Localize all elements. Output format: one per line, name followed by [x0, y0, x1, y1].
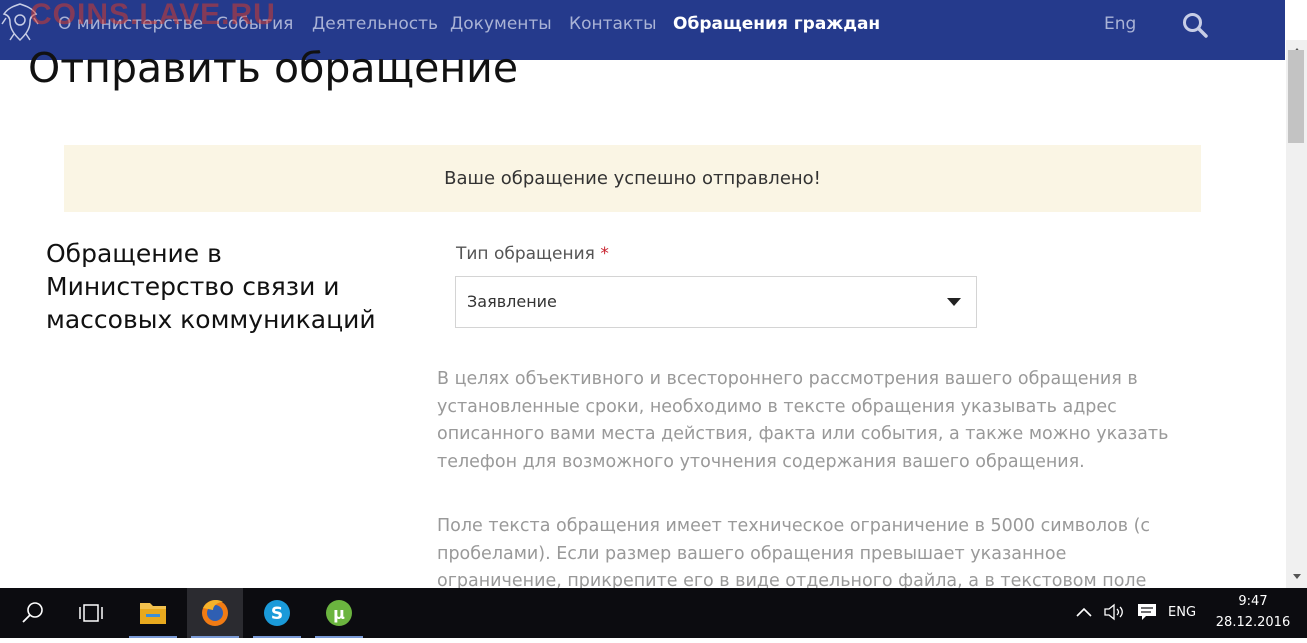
- success-alert: Ваше обращение успешно отправлено!: [64, 145, 1201, 212]
- task-view-button[interactable]: [62, 588, 118, 638]
- required-marker: *: [600, 244, 609, 264]
- skype-icon: S: [264, 600, 290, 626]
- task-view-icon: [79, 604, 103, 622]
- windows-taskbar: S µ ENG 9:47 28.12.2016: [0, 588, 1307, 638]
- info-paragraph-limit: Поле текста обращения имеет техническое …: [437, 513, 1177, 596]
- taskbar-utorrent[interactable]: µ: [311, 588, 367, 638]
- svg-text:S: S: [271, 604, 283, 624]
- paragraph-line: В целях объективного и всестороннего рас…: [437, 369, 1138, 389]
- success-alert-text: Ваше обращение успешно отправлено!: [444, 168, 821, 189]
- scroll-down-arrow-icon[interactable]: [1293, 574, 1301, 579]
- show-hidden-icons-chevron-icon[interactable]: [1075, 606, 1093, 618]
- utorrent-icon: µ: [326, 600, 352, 626]
- vertical-scrollbar[interactable]: [1286, 40, 1307, 588]
- nav-item-documents[interactable]: Документы: [450, 14, 552, 34]
- section-heading-line: Министерство связи и: [46, 272, 340, 301]
- nav-item-contacts[interactable]: Контакты: [569, 14, 657, 34]
- firefox-icon: [202, 600, 228, 626]
- paragraph-line: Поле текста обращения имеет техническое …: [437, 516, 1151, 536]
- svg-text:µ: µ: [333, 604, 345, 623]
- appeal-type-label: Тип обращения *: [456, 244, 609, 264]
- appeal-type-select[interactable]: Заявление: [455, 276, 977, 328]
- file-explorer-icon: [140, 603, 166, 624]
- volume-icon[interactable]: [1103, 602, 1127, 622]
- section-heading-line: массовых коммуникаций: [46, 305, 376, 334]
- section-heading-line: Обращение в: [46, 239, 222, 268]
- action-center-icon[interactable]: [1136, 602, 1158, 622]
- paragraph-line: пробелами). Если размер вашего обращения…: [437, 543, 1067, 564]
- taskbar-skype[interactable]: S: [249, 588, 305, 638]
- taskbar-firefox[interactable]: [187, 588, 243, 638]
- info-paragraph-address: В целях объективного и всестороннего рас…: [437, 366, 1177, 476]
- appeal-type-label-text: Тип обращения: [456, 244, 595, 264]
- nav-item-activities[interactable]: Деятельность: [312, 14, 438, 34]
- taskbar-search-button[interactable]: [4, 588, 60, 638]
- clock-date[interactable]: 28.12.2016: [1200, 615, 1306, 630]
- nav-item-citizen-appeals[interactable]: Обращения граждан: [673, 14, 880, 34]
- chevron-down-icon: [947, 298, 961, 306]
- paragraph-line: установленные сроки, необходимо в тексте…: [437, 396, 1117, 417]
- watermark: COINS.LAVE.RU: [30, 0, 276, 31]
- clock-time[interactable]: 9:47: [1200, 594, 1306, 609]
- language-switch-link[interactable]: Eng: [1104, 14, 1136, 34]
- paragraph-line: телефон для возможного уточнения содержа…: [437, 451, 1085, 472]
- paragraph-line: описанного вами места действия, факта ил…: [437, 424, 1169, 444]
- search-icon[interactable]: [1182, 12, 1208, 38]
- scrollbar-thumb[interactable]: [1288, 50, 1304, 143]
- section-heading: Обращение в Министерство связи и массовы…: [46, 237, 406, 336]
- page-title: Отправить обращение: [28, 44, 519, 92]
- search-icon: [22, 602, 43, 623]
- input-language-indicator[interactable]: ENG: [1168, 605, 1196, 620]
- appeal-type-selected-value: Заявление: [467, 292, 557, 311]
- taskbar-file-explorer[interactable]: [125, 588, 181, 638]
